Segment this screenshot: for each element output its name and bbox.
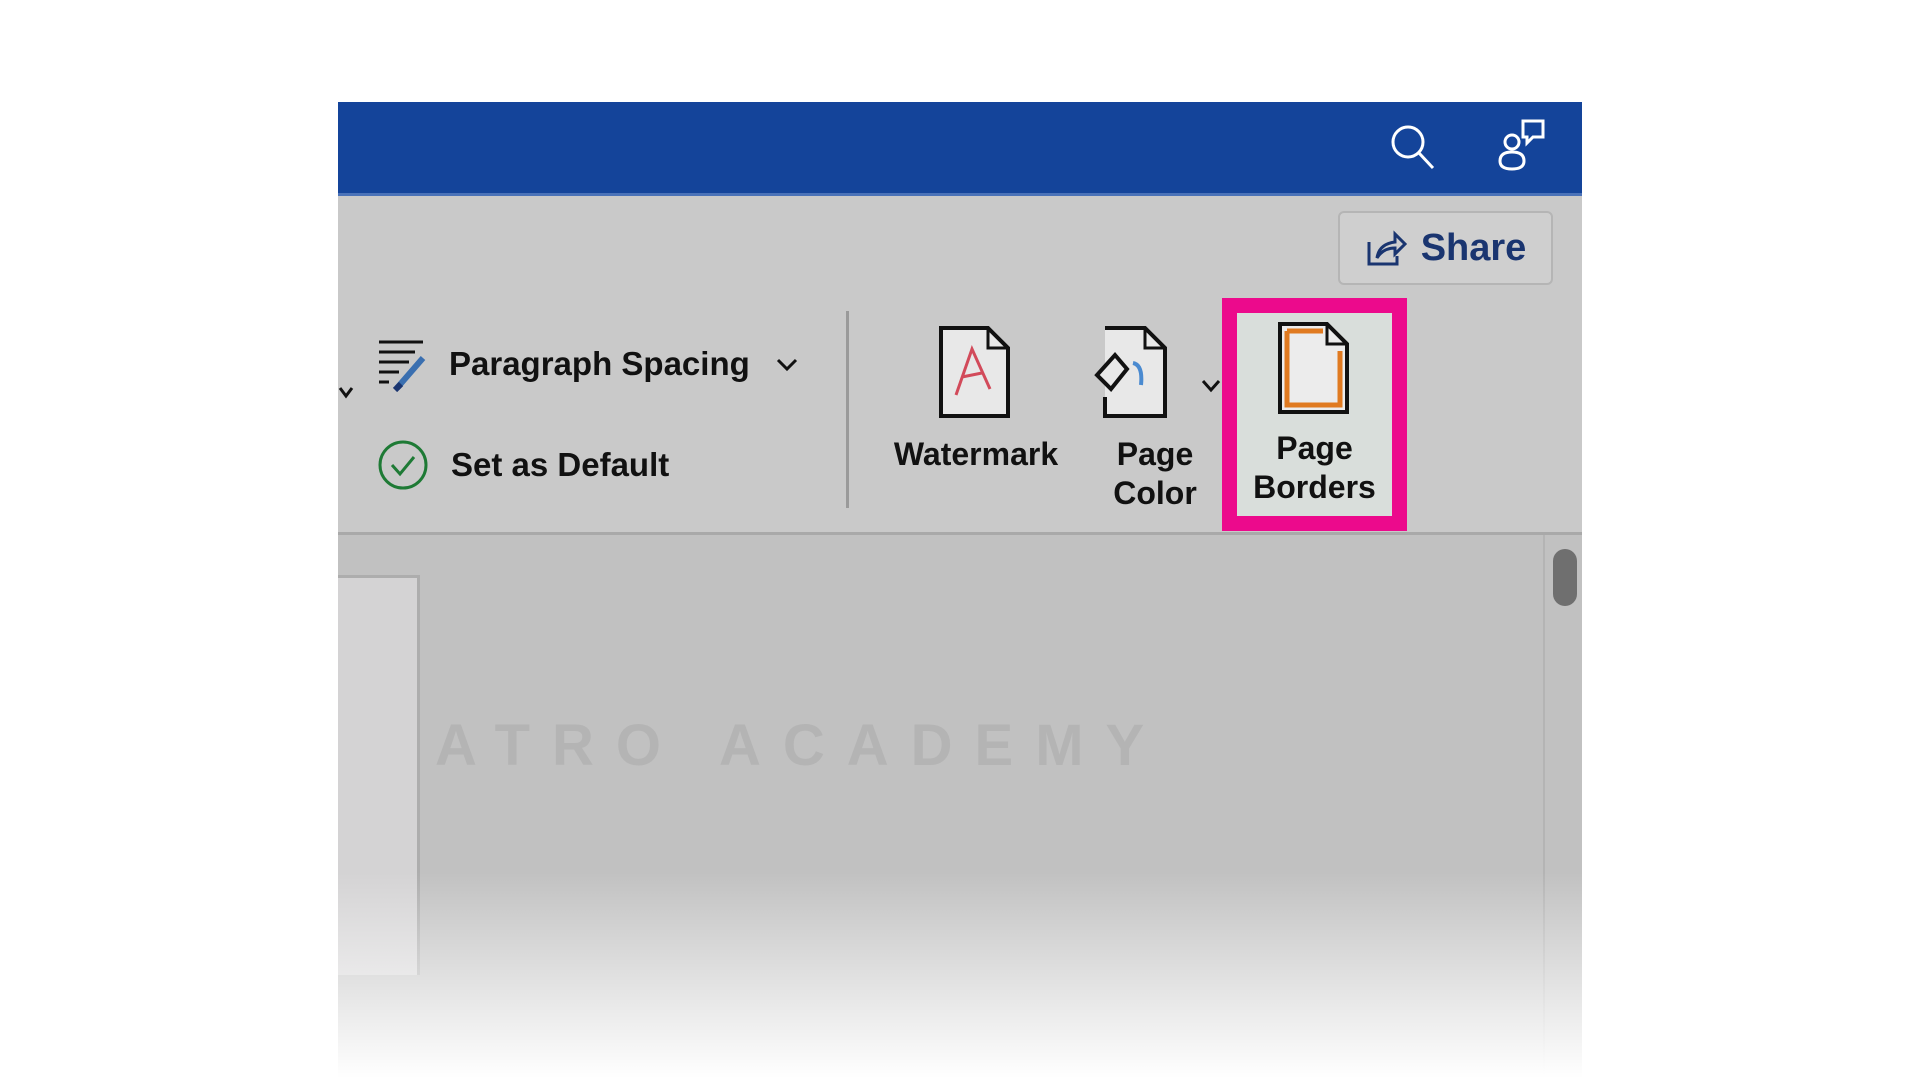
ribbon: Share Paragraph Spacing Set as Default W… — [338, 196, 1582, 535]
watermark-button[interactable]: Watermark — [886, 325, 1066, 525]
bottom-fade — [338, 872, 1582, 1078]
people-chat-icon[interactable] — [1495, 117, 1550, 175]
watermark-logo: ATRO ACADEMY — [435, 713, 1167, 778]
watermark-label: Watermark — [893, 436, 1059, 472]
title-bar — [338, 102, 1582, 196]
share-button[interactable]: Share — [1338, 211, 1553, 285]
page-color-line1: Page — [1116, 436, 1194, 472]
page-color-icon — [1094, 326, 1167, 418]
ribbon-separator — [846, 311, 849, 508]
page-borders-label: Page Borders — [1237, 429, 1392, 507]
page-borders-button-highlighted[interactable]: Page Borders — [1222, 298, 1407, 531]
paragraph-spacing-icon — [379, 340, 426, 392]
paragraph-spacing-label: Paragraph Spacing — [449, 345, 750, 382]
page-borders-line2: Borders — [1253, 469, 1376, 505]
chevron-down-icon[interactable] — [338, 382, 354, 402]
share-icon — [1367, 230, 1407, 266]
page-color-button[interactable]: Page Color — [1088, 325, 1222, 525]
set-as-default-label: Set as Default — [451, 446, 670, 483]
search-icon[interactable] — [1388, 122, 1438, 172]
page-borders-line1: Page — [1276, 430, 1353, 466]
watermark-icon — [939, 326, 1010, 418]
share-label: Share — [1420, 226, 1527, 269]
set-as-default-button[interactable]: Set as Default — [377, 439, 669, 491]
page-borders-icon — [1278, 322, 1349, 414]
page-color-line2: Color — [1113, 475, 1197, 511]
paragraph-spacing-button[interactable]: Paragraph Spacing — [375, 336, 800, 392]
chevron-down-icon — [776, 358, 797, 372]
check-circle-icon — [378, 440, 428, 490]
chevron-down-icon[interactable] — [1200, 377, 1222, 395]
page-color-label: Page Color — [1088, 435, 1222, 513]
scrollbar-thumb[interactable] — [1553, 549, 1577, 606]
word-window: Share Paragraph Spacing Set as Default W… — [338, 102, 1582, 1078]
